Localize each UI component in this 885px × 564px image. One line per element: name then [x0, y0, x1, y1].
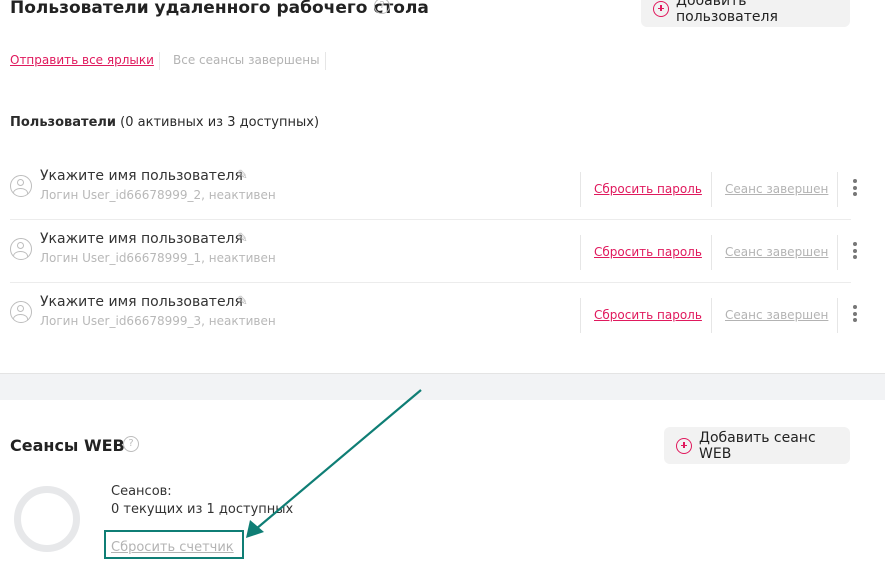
add-web-session-button[interactable]: Добавить сеанс WEB: [664, 427, 850, 464]
users-heading-count: (0 активных из 3 доступных): [120, 115, 320, 130]
user-login: Логин User_id66678999_2, неактивен: [40, 188, 276, 202]
reset-password-link[interactable]: Сбросить пароль: [594, 308, 702, 322]
page-title: Пользователи удаленного рабочего стола: [10, 0, 429, 18]
kebab-menu-icon[interactable]: [853, 179, 857, 199]
session-status-link: Сеанс завершен: [725, 245, 829, 259]
help-icon[interactable]: ?: [123, 436, 139, 452]
divider: [711, 235, 712, 270]
divider: [837, 172, 838, 207]
session-status-link: Сеанс завершен: [725, 182, 829, 196]
divider: [711, 298, 712, 333]
web-sessions-title: Сеансы WEB: [10, 436, 125, 455]
plus-circle-icon: [676, 437, 692, 454]
reset-counter-link[interactable]: Сбросить счетчик: [111, 540, 234, 555]
user-login: Логин User_id66678999_3, неактивен: [40, 314, 276, 328]
divider: [837, 298, 838, 333]
user-row: Укажите имя пользователя ✎ Логин User_id…: [10, 220, 857, 283]
divider: [837, 235, 838, 270]
session-status-link: Сеанс завершен: [725, 308, 829, 322]
plus-circle-icon: [653, 0, 669, 17]
user-name: Укажите имя пользователя: [40, 168, 243, 184]
user-login: Логин User_id66678999_1, неактивен: [40, 251, 276, 265]
edit-name-icon[interactable]: ✎: [237, 294, 248, 309]
divider: [580, 298, 581, 333]
users-heading-bold: Пользователи: [10, 115, 117, 130]
user-circle-icon: [10, 238, 32, 260]
user-row: Укажите имя пользователя ✎ Логин User_id…: [10, 157, 857, 220]
divider: [580, 235, 581, 270]
user-circle-icon: [10, 175, 32, 197]
add-user-label: Добавить пользователя: [676, 0, 778, 25]
edit-name-icon[interactable]: ✎: [237, 231, 248, 246]
user-circle-icon: [10, 301, 32, 323]
section-divider-band: [0, 373, 885, 400]
add-web-session-label: Добавить сеанс WEB: [699, 429, 816, 462]
edit-name-icon[interactable]: ✎: [237, 168, 248, 183]
add-user-button[interactable]: Добавить пользователя: [641, 0, 850, 27]
reset-password-link[interactable]: Сбросить пароль: [594, 182, 702, 196]
sessions-count: 0 текущих из 1 доступных: [111, 502, 294, 517]
send-all-shortcuts-link[interactable]: Отправить все ярлыки: [10, 53, 154, 67]
sessions-progress-ring: [14, 486, 80, 552]
reset-password-link[interactable]: Сбросить пароль: [594, 245, 702, 259]
kebab-menu-icon[interactable]: [853, 305, 857, 325]
divider: [159, 52, 160, 70]
divider: [711, 172, 712, 207]
users-heading: Пользователи (0 активных из 3 доступных): [10, 115, 319, 130]
sessions-status-text: Все сеансы завершены: [173, 53, 320, 67]
sessions-label: Сеансов:: [111, 484, 172, 499]
kebab-menu-icon[interactable]: [853, 242, 857, 262]
user-name: Укажите имя пользователя: [40, 231, 243, 247]
user-name: Укажите имя пользователя: [40, 294, 243, 310]
divider: [580, 172, 581, 207]
user-row: Укажите имя пользователя ✎ Логин User_id…: [10, 283, 857, 346]
divider: [325, 52, 326, 70]
